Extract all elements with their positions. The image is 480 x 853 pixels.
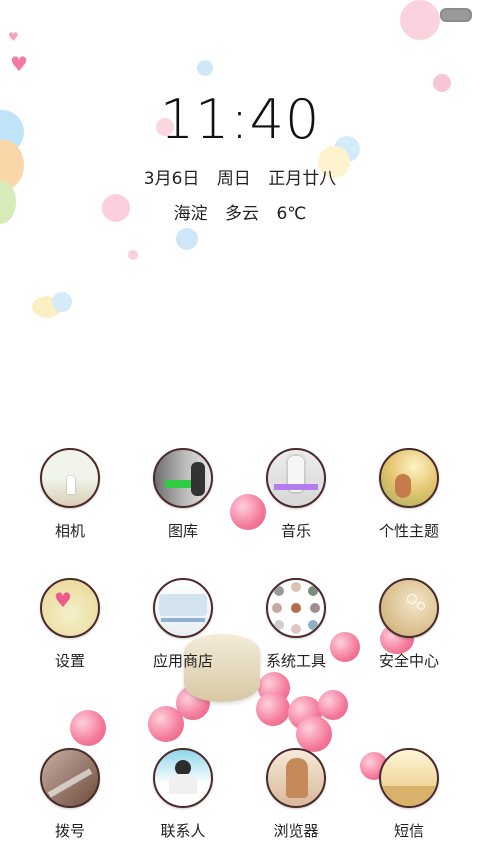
app-label: 短信 xyxy=(393,822,424,840)
app-store[interactable]: 应用商店 xyxy=(128,578,238,671)
bubble-decoration xyxy=(400,0,440,40)
app-security-center[interactable]: 安全中心 xyxy=(354,578,464,671)
app-store-icon xyxy=(153,578,213,638)
security-center-icon xyxy=(379,578,439,638)
music-icon xyxy=(266,448,326,508)
theme-icon xyxy=(379,448,439,508)
candy-decoration xyxy=(70,710,106,746)
weather-line[interactable]: 海淀 多云 6℃ xyxy=(0,199,480,224)
browser-icon xyxy=(266,748,326,808)
app-label: 个性主题 xyxy=(378,522,439,540)
bubble-decoration xyxy=(197,60,213,76)
app-theme[interactable]: 个性主题 xyxy=(354,448,464,541)
app-label: 联系人 xyxy=(160,822,206,840)
settings-icon: ♥ xyxy=(40,578,100,638)
system-tools-icon xyxy=(266,578,326,638)
battery-icon xyxy=(440,8,472,22)
app-label: 应用商店 xyxy=(152,652,213,670)
phone-icon xyxy=(40,748,100,808)
app-camera[interactable]: 相机 xyxy=(15,448,125,541)
app-settings[interactable]: ♥ 设置 xyxy=(15,578,125,671)
app-label: 相机 xyxy=(54,522,85,540)
bubble-decoration xyxy=(52,292,72,312)
candy-decoration xyxy=(296,716,332,752)
app-label: 图库 xyxy=(167,522,198,540)
clock-time: 11:40 xyxy=(159,88,321,151)
bubble-decoration xyxy=(128,250,138,260)
bubble-decoration xyxy=(176,228,198,250)
app-system-tools[interactable]: 系统工具 xyxy=(241,578,351,671)
app-gallery[interactable]: 图库 xyxy=(128,448,238,541)
sms-icon xyxy=(379,748,439,808)
app-phone[interactable]: 拨号 xyxy=(15,748,125,841)
weekday-text: 周日 xyxy=(216,169,251,189)
date-line: 3月6日 周日 正月廿八 xyxy=(0,164,480,189)
app-browser[interactable]: 浏览器 xyxy=(241,748,351,841)
app-label: 音乐 xyxy=(280,522,311,540)
contacts-icon xyxy=(153,748,213,808)
gallery-icon xyxy=(153,448,213,508)
heart-icon: ♥ xyxy=(8,30,19,44)
weather-city: 海淀 xyxy=(173,204,208,224)
heart-icon: ♥ xyxy=(10,52,28,76)
candy-decoration xyxy=(256,692,290,726)
app-label: 系统工具 xyxy=(265,652,326,670)
app-label: 拨号 xyxy=(54,822,85,840)
app-label: 浏览器 xyxy=(273,822,319,840)
date-text: 3月6日 xyxy=(143,169,200,189)
candy-decoration xyxy=(148,706,184,742)
candy-decoration xyxy=(318,690,348,720)
app-sms[interactable]: 短信 xyxy=(354,748,464,841)
lunar-date-text: 正月廿八 xyxy=(268,169,337,189)
weather-temp: 6℃ xyxy=(276,204,307,224)
app-label: 安全中心 xyxy=(378,652,439,670)
weather-condition: 多云 xyxy=(225,204,260,224)
app-label: 设置 xyxy=(54,652,85,670)
app-music[interactable]: 音乐 xyxy=(241,448,351,541)
app-contacts[interactable]: 联系人 xyxy=(128,748,238,841)
camera-icon xyxy=(40,448,100,508)
